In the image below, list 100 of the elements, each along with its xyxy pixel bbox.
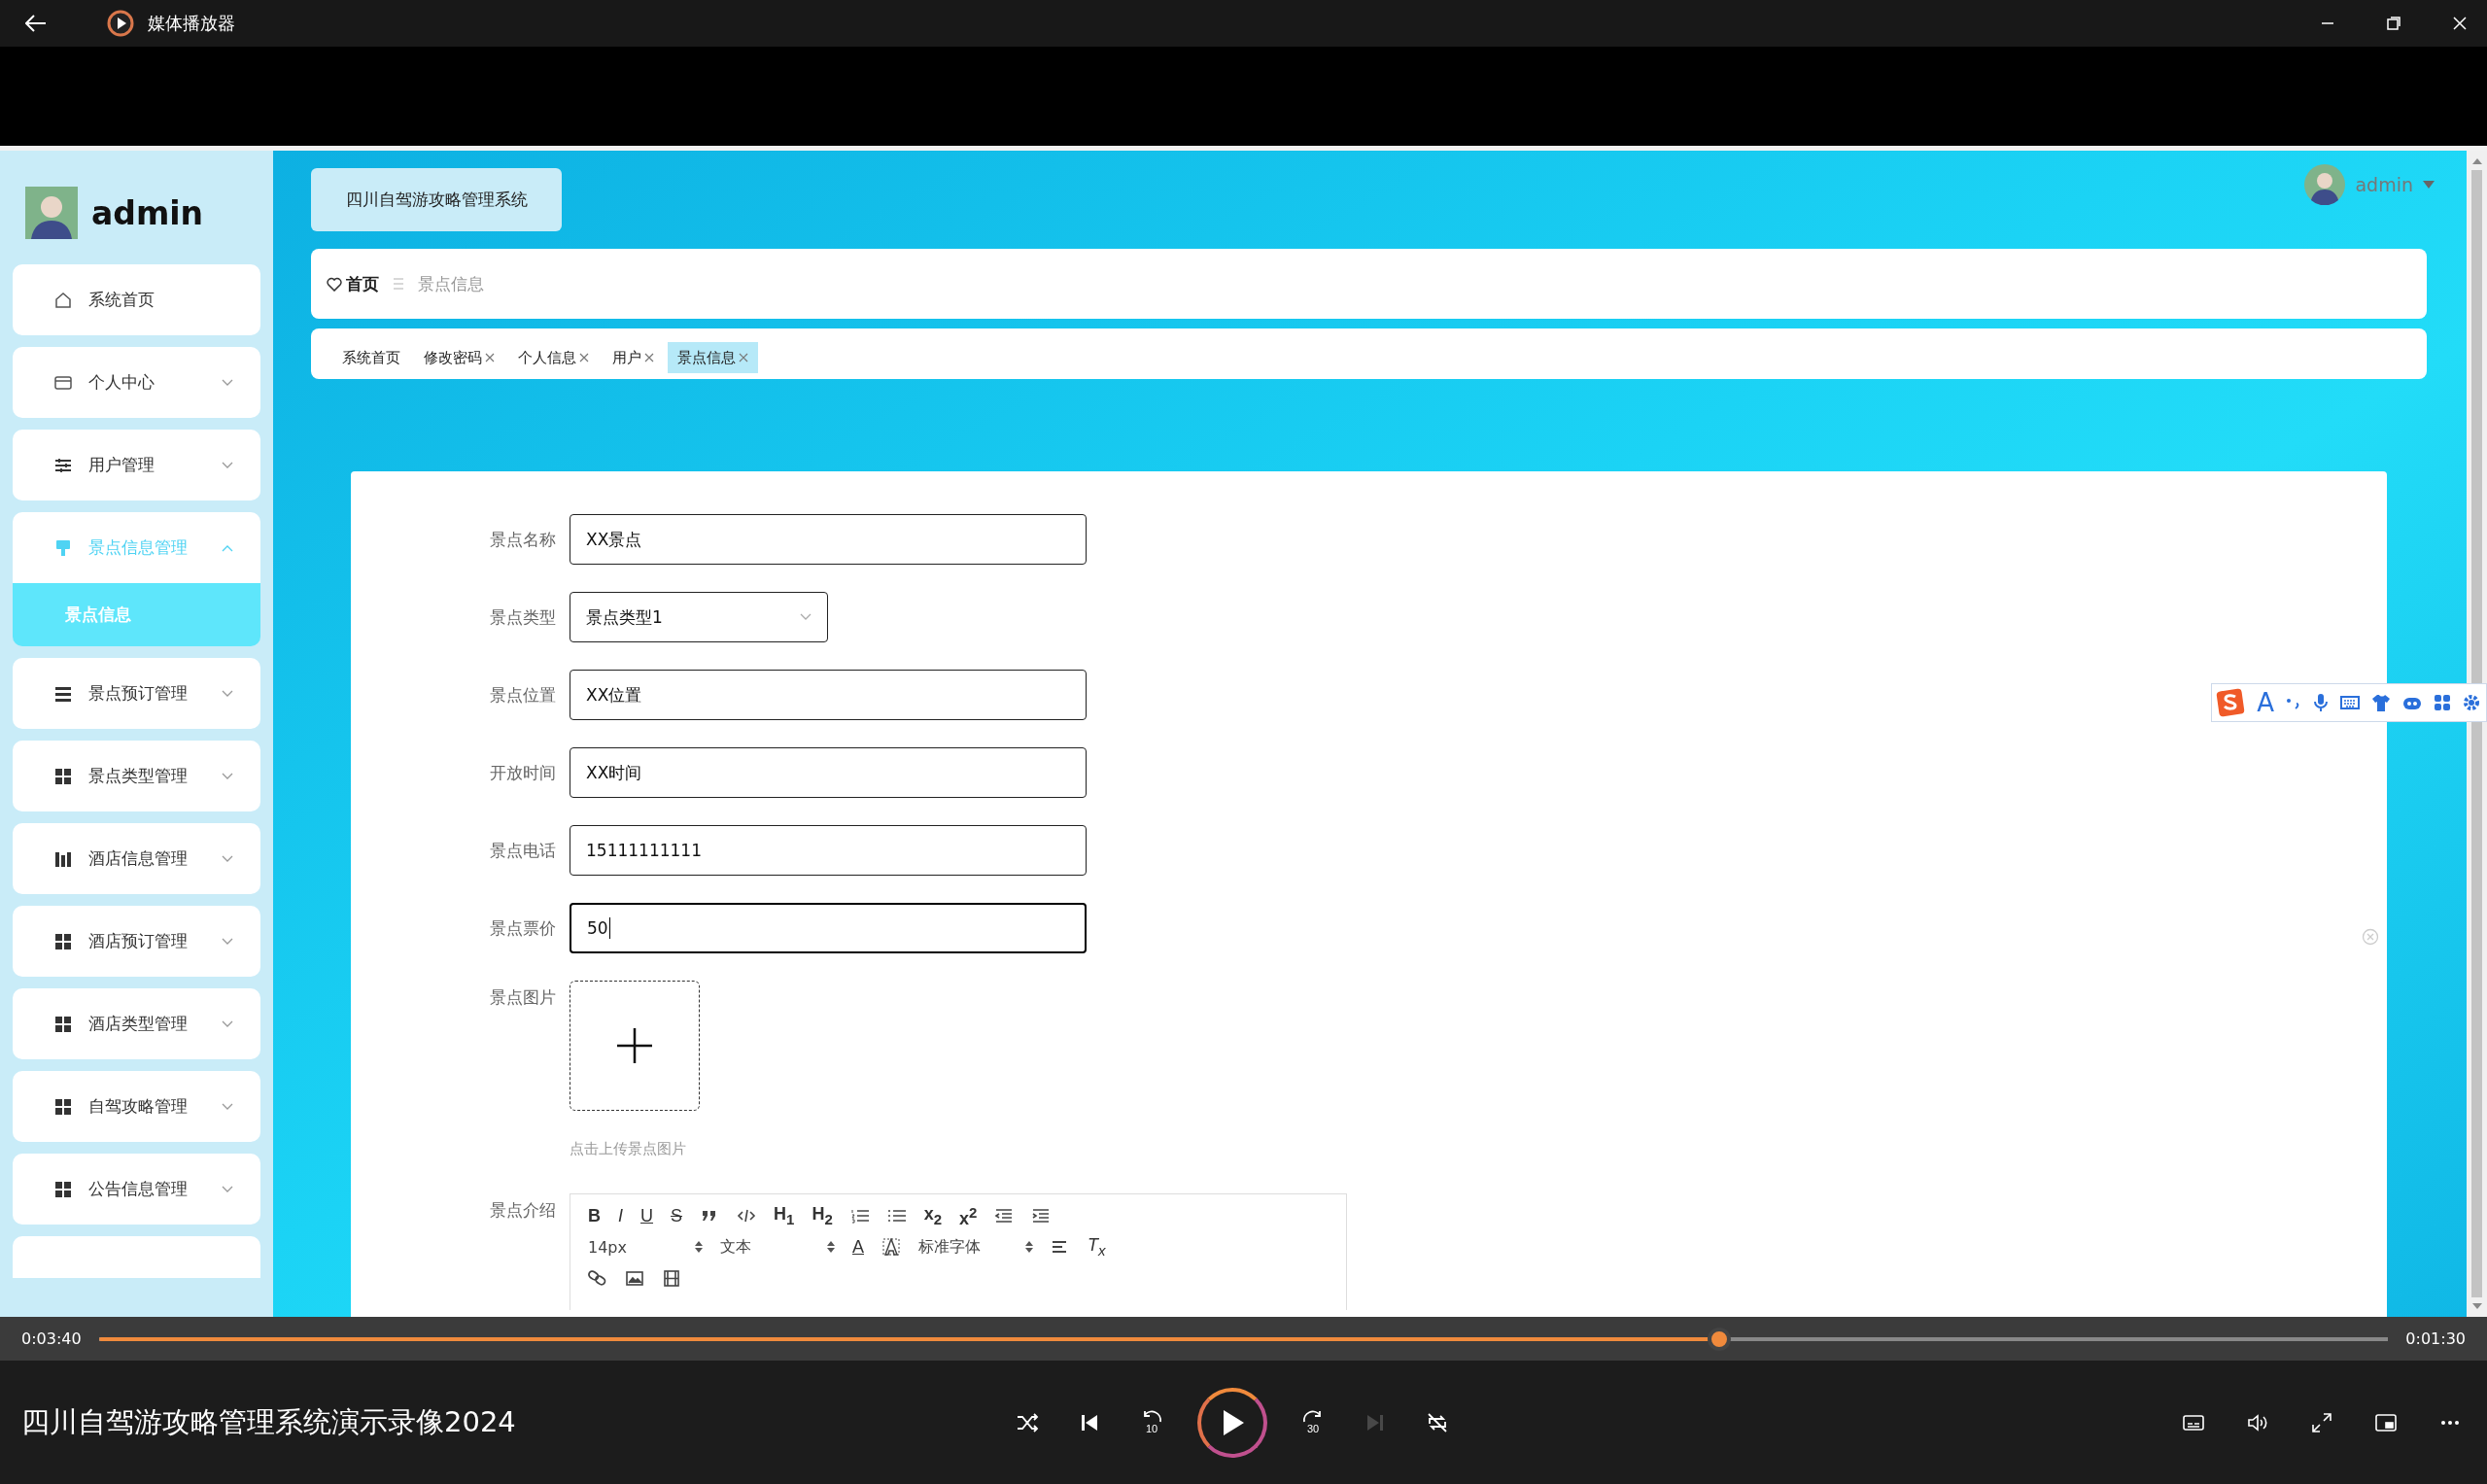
system-title: 四川自驾游攻略管理系统 [311,168,562,231]
remaining-time: 0:01:30 [2405,1329,2466,1348]
microphone-icon[interactable] [2313,693,2329,712]
chevron-down-icon [222,461,233,469]
heart-icon [327,276,342,292]
format-button[interactable]: S [671,1207,683,1225]
code-icon[interactable] [737,1207,757,1225]
format-button[interactable]: T$_{x}$ [1088,1236,1106,1258]
robot-icon[interactable] [2402,695,2422,710]
chevron-down-icon [222,937,233,946]
text-field[interactable]: XX时间 [570,747,1087,798]
format-button[interactable]: A [852,1238,864,1256]
field-label: 景点票价 [489,916,557,940]
video-title: 四川自驾游攻略管理系统演示录像2024 [21,1403,516,1440]
dropdown-triangle-icon[interactable] [2423,181,2435,189]
text-cursor [608,917,611,939]
expand-icon [2310,1410,2333,1434]
highlight-icon[interactable] [881,1238,901,1256]
input-mode-toggle[interactable]: A [2257,688,2274,717]
tab[interactable]: 修改密码 [414,342,504,373]
film-icon[interactable] [662,1269,681,1287]
plus-icon [617,1028,652,1063]
menu-item[interactable]: 公告信息管理 [13,1154,260,1225]
menu-item[interactable]: 系统首页 [13,264,260,335]
text-field[interactable]: XX位置 [570,670,1087,720]
chevron-down-icon [222,1102,233,1111]
format-button[interactable]: U [640,1207,653,1225]
numbered-list-icon[interactable] [849,1207,870,1225]
user-name: admin [91,193,204,232]
grid-icon [53,766,73,786]
scrollbar[interactable] [2467,151,2487,1317]
breadcrumb-current: 景点信息 [418,272,484,295]
up-down-arrows-icon [695,1241,703,1253]
editor-dropdown[interactable]: 标准字体 [918,1236,1033,1258]
editor-dropdown[interactable]: 14px [588,1237,703,1257]
chevron-down-icon [222,772,233,780]
menu-item[interactable]: 用户管理 [13,430,260,500]
format-button[interactable]: x$_{2}$ [923,1205,943,1226]
tab[interactable]: 景点信息 [668,342,758,373]
skip-forward-button[interactable]: 30 [1296,1406,1330,1438]
seek-handle[interactable] [1708,1327,1732,1351]
format-button[interactable]: B [588,1207,601,1225]
tab[interactable]: 个人信息 [508,342,599,373]
outdent-icon[interactable] [994,1207,1015,1225]
chevron-down-icon [222,1019,233,1028]
avatar-icon [2304,164,2346,205]
field-label: 景点图片 [489,986,557,1009]
editor-dropdown[interactable]: 文本 [720,1236,835,1258]
format-button[interactable]: H$_{2}$ [812,1205,833,1226]
back-arrow-icon[interactable] [25,15,47,32]
scroll-down-icon[interactable] [2471,1303,2482,1311]
scroll-up-icon[interactable] [2471,156,2482,164]
field-label: 景点名称 [489,528,557,551]
format-button[interactable]: I [618,1207,623,1225]
skip-back-button[interactable]: 10 [1135,1406,1168,1438]
field-label: 景点电话 [489,839,557,862]
tab[interactable]: 用户 [603,342,664,373]
menu-item[interactable]: 景点类型管理 [13,741,260,811]
house-icon [53,290,73,310]
menu-item[interactable]: 个人中心 [13,347,260,418]
upload-box[interactable] [570,981,700,1111]
tab[interactable]: 系统首页 [332,342,410,373]
chevron-down-icon [222,854,233,863]
indent-icon[interactable] [1031,1207,1052,1225]
text-field[interactable]: 15111111111 [570,825,1087,876]
text-field[interactable]: XX景点 [570,514,1087,565]
text-field[interactable]: 50 [570,903,1087,953]
image-icon[interactable] [625,1269,644,1287]
grid-icon [53,1179,73,1199]
scroll-thumb[interactable] [2471,170,2482,1297]
more-icon [2438,1419,2462,1426]
bullet-list-icon[interactable] [886,1207,907,1225]
chevron-down-icon [800,613,812,621]
avatar-icon [25,187,78,239]
rich-text-editor[interactable]: B I U S H$_{1}$ H$_{2}$ x$_{2}$ x$^{2}$ 14px 文本 A 标准字体 T$_{x}$ [570,1193,1347,1310]
up-down-arrows-icon [827,1241,835,1253]
settings-icon[interactable] [2463,694,2480,711]
menu-item[interactable]: 酒店信息管理 [13,823,260,894]
link-icon[interactable] [588,1269,607,1287]
breadcrumb-link[interactable]: 首页 [346,272,379,295]
separator-icon [393,277,404,291]
keyboard-icon[interactable] [2340,695,2360,710]
select-field[interactable]: 景点类型1 [570,592,828,642]
format-button[interactable]: x$^{2}$ [959,1204,978,1227]
grid-icon [53,1014,73,1034]
menu-item[interactable]: 自驾攻略管理 [13,1071,260,1142]
format-button[interactable]: H$_{1}$ [774,1205,795,1226]
menu-item[interactable]: 景点预订管理 [13,658,260,729]
shirt-icon[interactable] [2371,694,2391,711]
ime-logo-icon[interactable] [2216,688,2246,717]
field-label: 景点位置 [489,683,557,707]
chevron-up-icon [222,543,233,552]
field-label: 景点类型 [489,605,557,629]
chevron-down-icon [222,689,233,698]
menu-item[interactable]: 酒店类型管理 [13,988,260,1059]
chevron-down-icon [222,1185,233,1193]
menu-item[interactable]: 酒店预订管理 [13,906,260,977]
restore-icon[interactable] [2386,16,2401,31]
grid-icon[interactable] [2434,694,2451,711]
grid-icon [53,931,73,951]
